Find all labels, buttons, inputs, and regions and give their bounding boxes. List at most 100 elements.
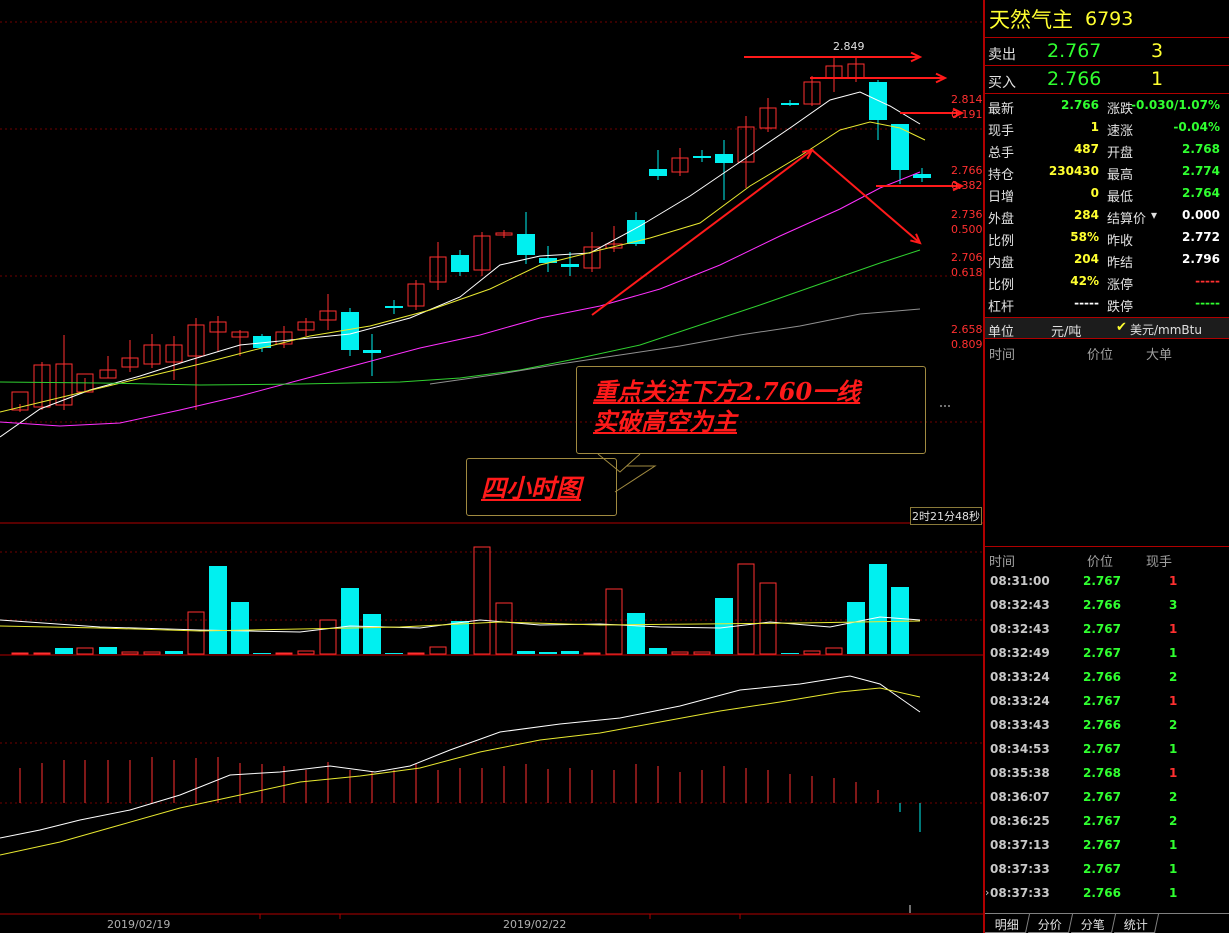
tick-volume: 1 [1169, 574, 1178, 588]
volume-bar-bull [143, 651, 161, 655]
candle-body-bear [869, 82, 887, 120]
info-value: ----- [1195, 274, 1220, 288]
info-label: 比例 [988, 278, 1015, 293]
info-value: 204 [1073, 252, 1099, 266]
volume-bar-bear [385, 653, 403, 654]
fib-price-0618: 2.706 [951, 251, 983, 264]
tick-row[interactable]: 08:37:33 2.766 1 › [985, 881, 1229, 905]
tick-time: 08:37:33 [990, 862, 1050, 876]
volume-bar-bear [209, 566, 227, 654]
date-label-2: 2019/02/22 [503, 918, 567, 931]
info-label: 涨停 [1107, 278, 1134, 293]
tick-volume: 1 [1169, 694, 1178, 708]
tick-time: 08:36:07 [990, 790, 1050, 804]
ask-row[interactable]: 卖出 2.767 3 [985, 38, 1229, 66]
panel-tabs: 明细 分价 分笔 统计 [984, 913, 1229, 933]
tick-row[interactable]: 08:33:24 2.766 2 [985, 665, 1229, 689]
tick-row[interactable]: 08:32:43 2.766 3 [985, 593, 1229, 617]
volume-bar-bull [33, 652, 51, 655]
info-label: 持仓 [988, 168, 1015, 183]
tick-header-price: 价位 [1087, 555, 1114, 570]
tick-volume: 2 [1169, 814, 1178, 828]
info-row: 总手 487 开盘 2.768 [985, 139, 1229, 161]
tick-volume: 2 [1169, 718, 1178, 732]
tick-row[interactable]: 08:32:43 2.767 1 [985, 617, 1229, 641]
big-order-header-big: 大单 [1146, 348, 1173, 363]
current-row-marker-icon: › [985, 886, 990, 899]
tick-volume: 1 [1169, 646, 1178, 660]
ask-label: 卖出 [988, 47, 1016, 63]
tick-time: 08:32:49 [990, 646, 1050, 660]
unit-label: 单位 [988, 325, 1015, 340]
info-label: 总手 [988, 146, 1015, 161]
volume-bar-bull [693, 651, 711, 655]
candle-body-bear [385, 306, 403, 308]
volume-bar-bear [517, 651, 535, 654]
tick-time: 08:32:43 [990, 622, 1050, 636]
volume-bar-bull [803, 650, 821, 655]
panel-tab[interactable]: 分价 [1027, 914, 1074, 933]
info-label: 杠杆 [988, 300, 1015, 315]
info-row: 现手 1 速涨 -0.04% [985, 117, 1229, 139]
volume-bar-bear [99, 647, 117, 654]
panel-tab[interactable]: 分笔 [1071, 914, 1117, 933]
annotation-label-text: 四小时图 [481, 474, 582, 503]
tick-row[interactable]: 08:36:07 2.767 2 [985, 785, 1229, 809]
tick-row[interactable]: 08:31:00 2.767 1 [985, 569, 1229, 593]
unit-row: 单位 元/吨 ✔ 美元/mmBtu [985, 317, 1229, 340]
volume-bar-bull [121, 651, 139, 655]
candle-body-bear [561, 264, 579, 267]
tick-row[interactable]: 08:33:24 2.767 1 [985, 689, 1229, 713]
tick-row[interactable]: 08:37:13 2.767 1 [985, 833, 1229, 857]
tick-row[interactable]: 08:33:43 2.766 2 [985, 713, 1229, 737]
volume-bar-bear [561, 651, 579, 654]
tick-time: 08:37:13 [990, 838, 1050, 852]
info-value: 2.764 [1182, 186, 1220, 200]
volume-bar-bear [539, 652, 557, 654]
panel-tab-label: 明细 [994, 918, 1019, 932]
volume-bar-bull [407, 652, 425, 655]
panel-tab[interactable]: 明细 [984, 914, 1031, 933]
volume-bar-bear [649, 648, 667, 654]
tick-row[interactable]: 08:34:53 2.767 1 [985, 737, 1229, 761]
info-label: 内盘 [988, 256, 1015, 271]
info-label: 跌停 [1107, 300, 1134, 315]
tick-row[interactable]: 08:32:49 2.767 1 [985, 641, 1229, 665]
volume-bar-bear [253, 653, 271, 654]
fib-price-0382: 2.766 [951, 164, 983, 177]
info-label: 最高 [1107, 168, 1134, 183]
info-value: 2.772 [1182, 230, 1220, 244]
volume-bar-bear [627, 613, 645, 654]
tick-header-time: 时间 [989, 555, 1016, 570]
candle-body-bear [363, 350, 381, 353]
info-label: 外盘 [988, 212, 1015, 227]
chart-area[interactable]: 2.849 2.814 0.191 2.766 0.382 2.736 0.50… [0, 0, 983, 933]
fib-ratio-0191: 0.191 [951, 108, 983, 121]
triangle-down-icon[interactable]: ▾ [1151, 208, 1157, 222]
candle-body-bear [781, 103, 799, 105]
candle-body-bear [693, 156, 711, 158]
unit-usd-option[interactable]: 美元/mmBtu [1130, 321, 1202, 338]
info-label: 现手 [988, 124, 1015, 139]
tick-row[interactable]: 08:36:25 2.767 2 [985, 809, 1229, 833]
candle-body-bear [715, 154, 733, 163]
fib-ratio-0382: 0.382 [951, 179, 983, 192]
tick-row[interactable]: 08:35:38 2.768 1 [985, 761, 1229, 785]
info-row: 比例 42% 涨停 ----- [985, 271, 1229, 293]
info-label: 昨收 [1107, 234, 1134, 249]
tick-time: 08:36:25 [990, 814, 1050, 828]
volume-bar-bear [451, 621, 469, 654]
divider [985, 546, 1229, 547]
fib-ratio-0500: 0.500 [951, 223, 983, 236]
instrument-title[interactable]: 天然气主 6793 [985, 0, 1229, 38]
tick-price: 2.766 [1083, 670, 1121, 684]
info-row: 日增 0 最低 2.764 [985, 183, 1229, 205]
fib-ratio-0618: 0.618 [951, 266, 983, 279]
tick-price: 2.767 [1083, 742, 1121, 756]
tick-row[interactable]: 08:37:33 2.767 1 [985, 857, 1229, 881]
unit-cny-option[interactable]: 元/吨 [1051, 321, 1081, 340]
info-row: 外盘 284 结算价 ▾ 0.000 [985, 205, 1229, 227]
panel-tab[interactable]: 统计 [1114, 914, 1160, 933]
info-value: -0.030/1.07% [1131, 98, 1220, 112]
bid-row[interactable]: 买入 2.766 1 [985, 66, 1229, 94]
